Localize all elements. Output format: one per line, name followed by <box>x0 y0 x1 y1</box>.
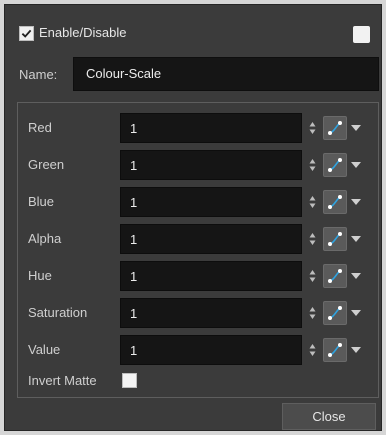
function-curve-icon <box>328 269 342 283</box>
function-curve-button[interactable] <box>323 153 347 177</box>
param-value-field[interactable]: 1 <box>120 261 302 291</box>
param-row: Saturation 1 <box>18 298 378 328</box>
name-label: Name: <box>19 67 58 82</box>
param-value-field[interactable]: 1 <box>120 298 302 328</box>
param-row: Blue 1 <box>18 187 378 217</box>
function-curve-button[interactable] <box>323 264 347 288</box>
function-curve-button[interactable] <box>323 116 347 140</box>
param-value-field[interactable]: 1 <box>120 224 302 254</box>
enable-checkbox[interactable] <box>19 26 34 41</box>
param-value-field[interactable]: 1 <box>120 150 302 180</box>
param-label: Hue <box>28 268 52 283</box>
chevron-down-icon[interactable] <box>351 125 361 131</box>
corner-checkbox[interactable] <box>353 26 370 43</box>
spin-arrows-icon[interactable] <box>308 194 316 210</box>
param-label: Red <box>28 120 52 135</box>
chevron-down-icon[interactable] <box>351 199 361 205</box>
checkmark-icon <box>21 29 32 38</box>
close-button[interactable]: Close <box>282 403 376 430</box>
function-curve-icon <box>328 306 342 320</box>
function-curve-button[interactable] <box>323 190 347 214</box>
param-value-field[interactable]: 1 <box>120 335 302 365</box>
chevron-down-icon[interactable] <box>351 236 361 242</box>
param-row: Green 1 <box>18 150 378 180</box>
chevron-down-icon[interactable] <box>351 162 361 168</box>
name-field[interactable]: Colour-Scale <box>73 57 379 91</box>
function-curve-icon <box>328 343 342 357</box>
colour-scale-dialog: Enable/Disable Name: Colour-Scale Red 1 … <box>4 4 382 431</box>
function-curve-button[interactable] <box>323 227 347 251</box>
param-label: Alpha <box>28 231 62 246</box>
param-label: Value <box>28 342 61 357</box>
invert-matte-checkbox[interactable] <box>122 373 137 388</box>
chevron-down-icon[interactable] <box>351 273 361 279</box>
param-row: Value 1 <box>18 335 378 365</box>
function-curve-icon <box>328 195 342 209</box>
chevron-down-icon[interactable] <box>351 347 361 353</box>
param-label: Blue <box>28 194 55 209</box>
chevron-down-icon[interactable] <box>351 310 361 316</box>
param-row: Alpha 1 <box>18 224 378 254</box>
spin-arrows-icon[interactable] <box>308 268 316 284</box>
spin-arrows-icon[interactable] <box>308 342 316 358</box>
param-value-field[interactable]: 1 <box>120 187 302 217</box>
param-label: Green <box>28 157 65 172</box>
function-curve-icon <box>328 232 342 246</box>
function-curve-button[interactable] <box>323 301 347 325</box>
spin-arrows-icon[interactable] <box>308 157 316 173</box>
param-row: Red 1 <box>18 113 378 143</box>
invert-matte-label: Invert Matte <box>28 373 97 388</box>
parameters-group: Red 1 Green 1 Blue 1 Alpha 1 Hue 1 Satur… <box>17 102 379 398</box>
enable-label: Enable/Disable <box>39 25 127 40</box>
param-value-field[interactable]: 1 <box>120 113 302 143</box>
spin-arrows-icon[interactable] <box>308 120 316 136</box>
spin-arrows-icon[interactable] <box>308 305 316 321</box>
function-curve-icon <box>328 121 342 135</box>
spin-arrows-icon[interactable] <box>308 231 316 247</box>
param-row: Hue 1 <box>18 261 378 291</box>
function-curve-button[interactable] <box>323 338 347 362</box>
param-label: Saturation <box>28 305 88 320</box>
function-curve-icon <box>328 158 342 172</box>
